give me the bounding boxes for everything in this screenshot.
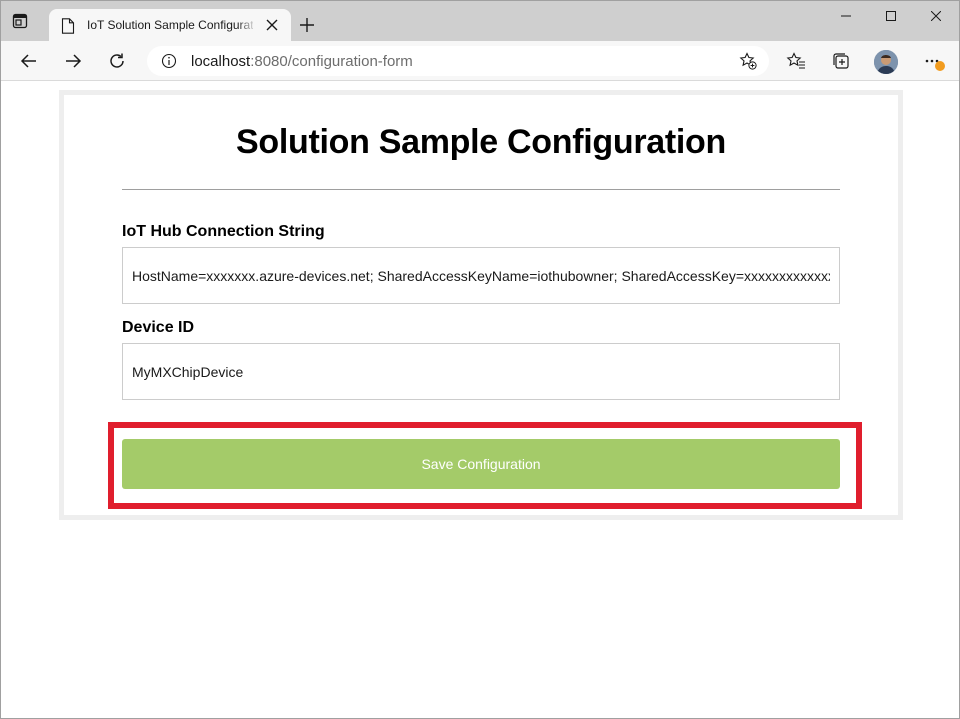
- tab-strip: IoT Solution Sample Configuration: [1, 1, 959, 41]
- save-configuration-button[interactable]: Save Configuration: [122, 439, 840, 489]
- minimize-icon: [841, 15, 851, 17]
- url-path: :8080/configuration-form: [250, 53, 413, 70]
- maximize-icon: [886, 11, 896, 21]
- plus-icon[interactable]: [299, 17, 315, 33]
- connection-string-label: IoT Hub Connection String: [122, 223, 325, 240]
- star-plus-icon[interactable]: [739, 52, 757, 70]
- address-bar[interactable]: localhost:8080/configuration-form: [147, 46, 769, 76]
- page-icon: [61, 18, 75, 34]
- arrow-right-icon: [66, 54, 82, 68]
- maximize-button[interactable]: [868, 1, 914, 33]
- configuration-card: Solution Sample Configuration IoT Hub Co…: [59, 90, 903, 520]
- favorites-button[interactable]: [786, 51, 806, 71]
- window-close-button[interactable]: [913, 1, 959, 33]
- collections-icon: [833, 53, 849, 69]
- forward-button[interactable]: [63, 51, 83, 71]
- reload-icon: [110, 53, 124, 68]
- tab-title: IoT Solution Sample Configuration: [87, 18, 253, 32]
- collections-button[interactable]: [831, 51, 851, 71]
- avatar[interactable]: [874, 50, 898, 74]
- tab-close-icon[interactable]: [265, 18, 279, 32]
- tab-actions-icon[interactable]: [12, 13, 28, 29]
- favorites-icon: [786, 52, 805, 69]
- arrow-left-icon: [20, 54, 36, 68]
- reload-button[interactable]: [107, 51, 127, 71]
- browser-toolbar: localhost:8080/configuration-form: [1, 41, 959, 81]
- tab-active[interactable]: IoT Solution Sample Configuration: [49, 9, 291, 41]
- minimize-button[interactable]: [823, 1, 869, 33]
- device-id-label: Device ID: [122, 319, 195, 336]
- info-icon[interactable]: [161, 53, 177, 69]
- page-viewport: Solution Sample Configuration IoT Hub Co…: [1, 82, 959, 718]
- connection-string-input[interactable]: [122, 247, 840, 304]
- notification-badge: [935, 61, 945, 71]
- tab-title-fade: [237, 15, 257, 35]
- title-divider: [122, 189, 840, 190]
- address-url[interactable]: localhost:8080/configuration-form: [191, 53, 413, 70]
- device-id-input[interactable]: [122, 343, 840, 400]
- back-button[interactable]: [19, 51, 39, 71]
- browser-window: IoT Solution Sample Configuration localh…: [0, 0, 960, 719]
- url-host: localhost: [191, 53, 251, 70]
- page-title: Solution Sample Configuration: [236, 123, 726, 161]
- close-icon: [931, 11, 941, 21]
